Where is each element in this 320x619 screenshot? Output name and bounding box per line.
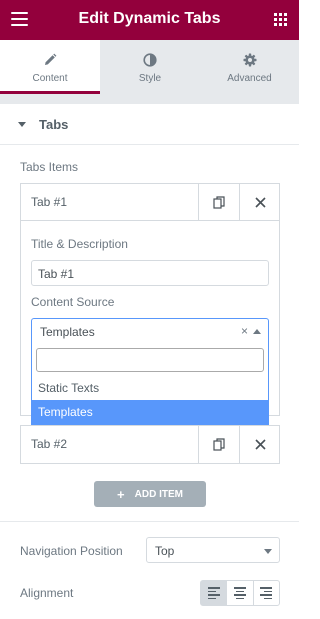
dropdown-option-static-texts[interactable]: Static Texts (32, 376, 268, 400)
add-item-label: ADD ITEM (134, 488, 183, 500)
content-source-dropdown: Static Texts Templates (31, 343, 269, 425)
grid-icon[interactable] (274, 13, 287, 26)
add-item-button[interactable]: + ADD ITEM (94, 481, 206, 507)
duplicate-icon[interactable] (198, 184, 239, 220)
tabs-items-label: Tabs Items (20, 160, 79, 174)
caret-up-icon (253, 329, 261, 334)
title-description-label: Title & Description (31, 237, 128, 251)
section-divider (0, 521, 299, 522)
section-title: Tabs (39, 117, 69, 132)
tab-advanced-label: Advanced (227, 73, 272, 84)
duplicate-icon[interactable] (198, 426, 239, 463)
clear-icon[interactable]: × (241, 324, 248, 338)
panel-separator (0, 94, 299, 104)
navigation-position-value: Top (155, 544, 175, 558)
align-center-icon (233, 587, 246, 599)
caret-down-icon (264, 549, 272, 554)
remove-icon[interactable] (239, 184, 280, 220)
content-source-label: Content Source (31, 295, 115, 309)
content-source-value: Templates (40, 325, 95, 339)
repeater-item-title: Tab #2 (31, 437, 68, 451)
gear-icon (200, 53, 299, 69)
tab-style[interactable]: Style (100, 40, 200, 94)
dropdown-search-input[interactable] (36, 348, 264, 372)
title-input[interactable]: Tab #1 (31, 260, 269, 286)
pencil-icon (0, 53, 100, 69)
align-right-icon (260, 587, 273, 599)
tab-content[interactable]: Content (0, 40, 100, 94)
half-circle-icon (100, 53, 200, 69)
panel-tabs: Content Style Advanced (0, 40, 299, 94)
navigation-position-label: Navigation Position (20, 544, 123, 558)
caret-down-icon (18, 122, 26, 127)
panel-title: Edit Dynamic Tabs (78, 10, 221, 27)
plus-icon: + (117, 486, 125, 502)
alignment-choices (200, 580, 280, 606)
remove-icon[interactable] (239, 426, 280, 463)
repeater-item-title: Tab #1 (31, 195, 68, 209)
navigation-position-select[interactable]: Top (146, 537, 280, 563)
tab-content-label: Content (32, 73, 68, 84)
align-right-button[interactable] (252, 581, 279, 605)
align-center-button[interactable] (226, 581, 252, 605)
alignment-label: Alignment (20, 586, 74, 600)
content-source-select[interactable]: Templates × (31, 318, 269, 344)
repeater-item-row[interactable]: Tab #2 (20, 425, 280, 464)
repeater-item-row[interactable]: Tab #1 (20, 183, 280, 221)
dropdown-option-templates[interactable]: Templates (32, 400, 268, 424)
align-left-icon (207, 587, 220, 599)
editor-header: Edit Dynamic Tabs (0, 0, 299, 40)
tab-style-label: Style (138, 73, 162, 84)
section-heading-tabs[interactable]: Tabs (0, 104, 299, 145)
tab-advanced[interactable]: Advanced (200, 40, 299, 94)
align-left-button[interactable] (201, 581, 227, 605)
